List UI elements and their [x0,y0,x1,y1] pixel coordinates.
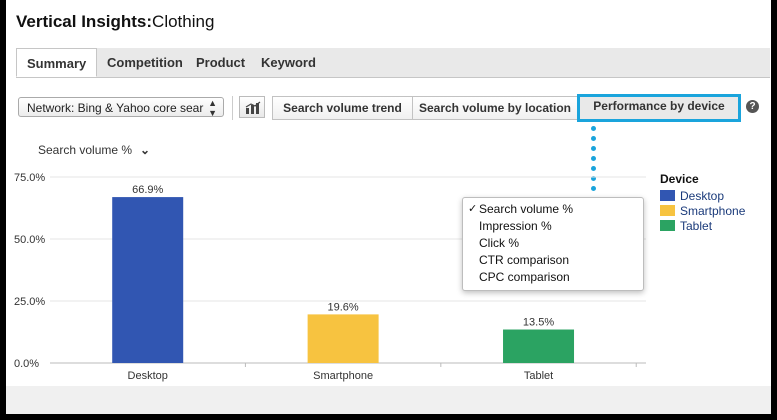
bar-chart-icon [245,101,261,114]
x-axis-category-labels: Desktop Smartphone Tablet [128,370,554,382]
page-title: Vertical Insights:Clothing [16,12,214,32]
window-border-bottom [0,414,777,420]
page-title-bold: Vertical Insights: [16,12,153,31]
tab-summary[interactable]: Summary [16,48,97,77]
y-tick-label: 25.0% [14,296,45,308]
y-tick-label: 75.0% [14,172,45,184]
x-category-label: Desktop [128,370,168,382]
performance-by-device-button[interactable]: Performance by device [577,94,741,122]
bar-tablet[interactable] [503,329,575,363]
legend-item-tablet[interactable]: Tablet [660,219,745,234]
legend-swatch-tablet [660,220,675,231]
chart-type-button[interactable] [239,96,265,118]
legend-item-desktop[interactable]: Desktop [660,189,745,204]
y-tick-label: 0.0% [14,358,39,370]
metric-select[interactable]: Search volume % ⌄ [38,143,150,157]
legend-swatch-smartphone [660,205,675,216]
search-volume-trend-button[interactable]: Search volume trend [272,96,413,120]
y-axis-tick-labels: 0.0% 25.0% 50.0% 75.0% [14,172,45,370]
help-icon[interactable]: ? [746,100,759,113]
chevron-down-icon: ⌄ [140,143,151,157]
chart-legend: Device Desktop Smartphone Tablet [660,172,745,234]
menu-item-search-volume[interactable]: ✓ Search volume % [468,201,574,218]
legend-title: Device [660,172,699,186]
bar-smartphone[interactable] [307,314,379,363]
tab-product[interactable]: Product [196,48,245,77]
metric-dropdown-menu: ✓ Search volume % Impression % Click % CT… [462,197,644,291]
bar-desktop[interactable] [112,197,184,363]
bar-value-label: 66.9% [132,184,163,196]
tab-bar: Summary Competition Product Keyword [16,48,770,78]
menu-item-click[interactable]: Click % [479,235,519,252]
toolbar-divider [232,96,233,120]
menu-item-cpc-comparison[interactable]: CPC comparison [479,269,570,286]
legend-label-smartphone: Smartphone [680,204,746,218]
checkmark-icon: ✓ [468,203,478,215]
legend-label-desktop: Desktop [680,189,725,203]
window-border-right [771,0,777,420]
y-tick-label: 50.0% [14,234,45,246]
insights-panel: Vertical Insights:Clothing Summary Compe… [6,0,771,386]
x-category-label: Smartphone [313,370,373,382]
network-select-value: Network: Bing & Yahoo core sear [27,101,204,115]
tab-competition[interactable]: Competition [107,48,183,77]
select-arrows-icon: ▲ ▼ [208,98,217,117]
metric-select-label: Search volume % [38,143,133,157]
page-title-category: Clothing [152,12,215,31]
menu-item-search-volume-label: Search volume % [479,202,574,216]
menu-item-impression[interactable]: Impression % [479,218,552,235]
menu-item-ctr-comparison[interactable]: CTR comparison [479,252,569,269]
tab-keyword[interactable]: Keyword [261,48,316,77]
legend-item-smartphone[interactable]: Smartphone [660,204,745,219]
network-select[interactable]: Network: Bing & Yahoo core sear ▲ ▼ [18,97,224,117]
search-volume-by-location-button[interactable]: Search volume by location [412,96,578,120]
legend-swatch-desktop [660,190,675,201]
x-category-label: Tablet [524,370,553,382]
legend-label-tablet: Tablet [680,219,713,233]
bar-value-label: 13.5% [523,317,554,329]
bar-value-label: 19.6% [328,301,359,313]
